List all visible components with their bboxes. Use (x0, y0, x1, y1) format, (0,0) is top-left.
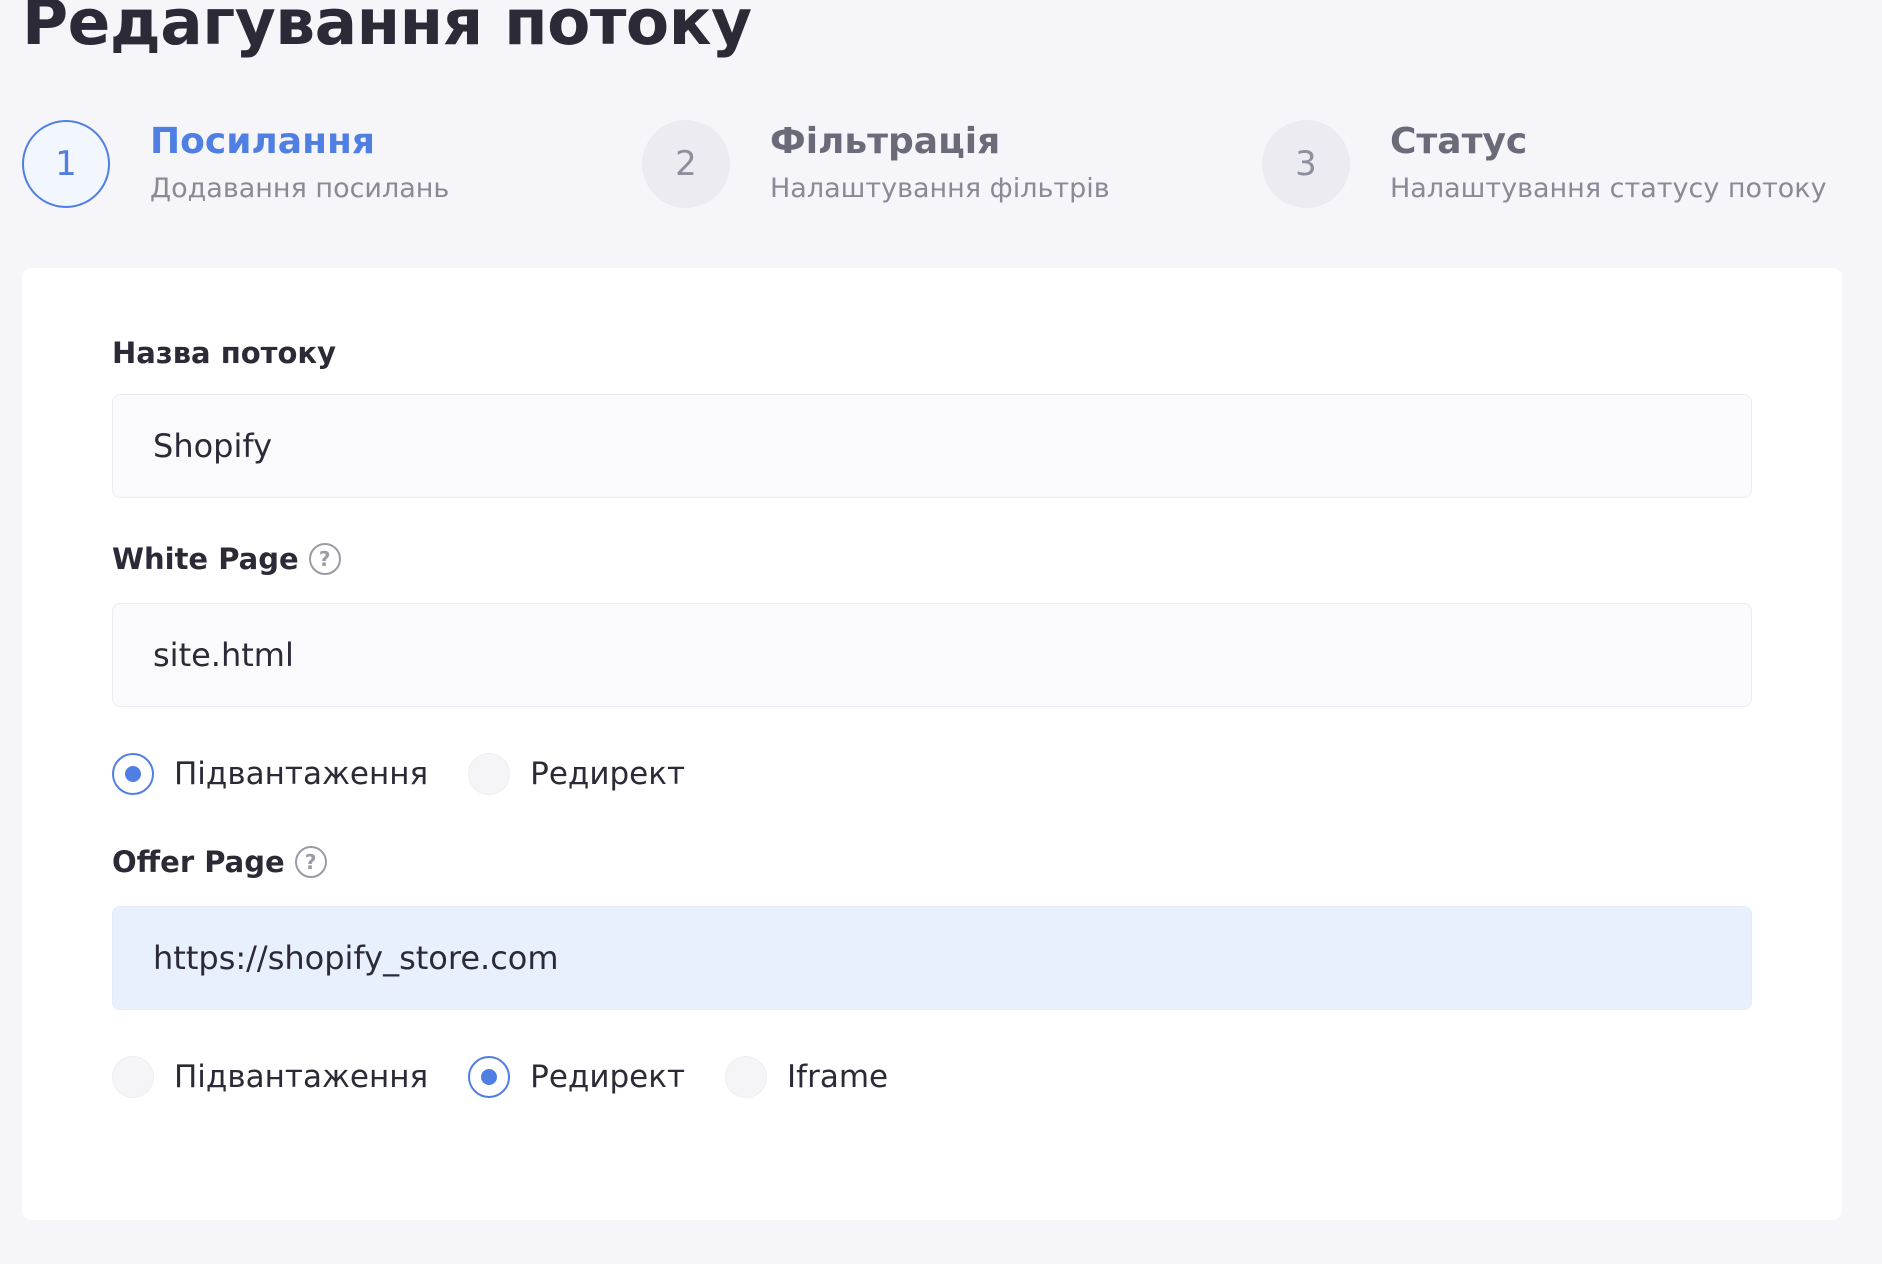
step-number-circle: 3 (1262, 120, 1350, 208)
offer-page-radio-redirect[interactable]: Редирект (468, 1056, 685, 1098)
step-title: Посилання (150, 121, 375, 162)
radio-checked-icon (112, 753, 154, 795)
question-circle-icon[interactable]: ? (294, 846, 327, 878)
radio-label: Редирект (530, 1059, 686, 1095)
step-title: Статус (1390, 121, 1528, 162)
white-page-mode-radio-group: Підвантаження Редирект (112, 753, 725, 795)
offer-page-radio-iframe[interactable]: Iframe (725, 1056, 888, 1098)
step-subtitle: Налаштування статусу потоку (1390, 173, 1827, 204)
offer-page-input[interactable] (112, 906, 1752, 1010)
radio-checked-icon (468, 1056, 511, 1098)
radio-unchecked-icon (468, 753, 511, 795)
offer-page-label-text: Offer Page (112, 845, 285, 879)
white-page-label-text: White Page (112, 542, 299, 576)
radio-unchecked-icon (112, 1056, 154, 1098)
edit-stream-page: Редагування потоку 1 Посилання Додавання… (0, 0, 1882, 1264)
question-circle-icon[interactable]: ? (308, 543, 341, 575)
white-page-input[interactable] (112, 603, 1752, 707)
white-page-label: White Page ? (112, 542, 341, 576)
radio-label: Iframe (787, 1059, 889, 1095)
step-number-circle: 1 (22, 120, 110, 208)
radio-label: Підвантаження (174, 1059, 429, 1095)
white-page-radio-load[interactable]: Підвантаження (112, 753, 428, 795)
offer-page-label: Offer Page ? (112, 845, 327, 879)
step-subtitle: Додавання посилань (150, 173, 450, 204)
page-title: Редагування потоку (22, 0, 752, 59)
form-card: Назва потоку White Page ? Підвантаження … (22, 268, 1842, 1220)
stream-name-label: Назва потоку (112, 336, 336, 370)
step-subtitle: Налаштування фільтрів (770, 173, 1110, 204)
radio-unchecked-icon (725, 1056, 768, 1098)
radio-label: Редирект (530, 756, 686, 792)
offer-page-radio-load[interactable]: Підвантаження (112, 1056, 428, 1098)
offer-page-mode-radio-group: Підвантаження Редирект Iframe (112, 1056, 928, 1098)
radio-label: Підвантаження (174, 756, 429, 792)
white-page-radio-redirect[interactable]: Редирект (468, 753, 685, 795)
stream-name-input[interactable] (112, 394, 1752, 498)
stream-name-label-text: Назва потоку (112, 336, 336, 370)
step-number-circle: 2 (642, 120, 730, 208)
step-title: Фільтрація (770, 121, 1001, 162)
